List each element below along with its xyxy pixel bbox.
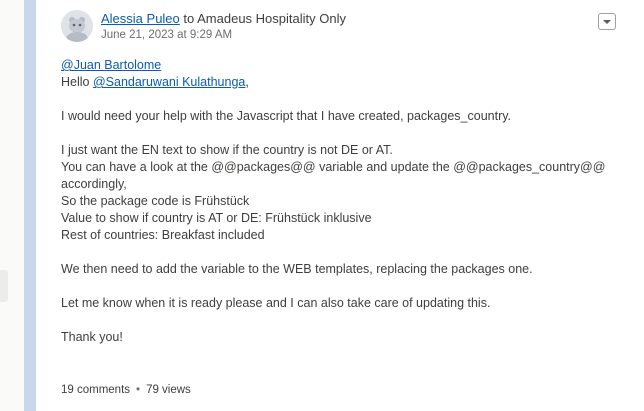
mention-sandaruwani-kulathunga[interactable]: @Sandaruwani Kulathunga: [93, 75, 245, 89]
feed-selection-rail: [24, 0, 36, 411]
post-footer: 19 comments • 79 views: [61, 384, 191, 396]
astro-avatar-icon: [61, 10, 93, 42]
footer-separator: •: [136, 384, 141, 396]
body-line-web: We then need to add the variable to the …: [61, 262, 533, 276]
body-line-look-1: You can have a look at the @@packages@@ …: [61, 160, 606, 174]
body-line-thanks: Thank you!: [61, 330, 123, 344]
body-line-code: So the package code is Frühstück: [61, 194, 250, 208]
body-line-en: I just want the EN text to show if the c…: [61, 143, 393, 157]
body-line-look-2: accordingly,: [61, 177, 127, 191]
hello-text: Hello: [61, 75, 93, 89]
author-name-link[interactable]: Alessia Puleo: [101, 11, 180, 26]
body-line-ready: Let me know when it is ready please and …: [61, 296, 491, 310]
body-line-value: Value to show if country is AT or DE: Fr…: [61, 211, 372, 225]
left-gutter: [0, 0, 24, 411]
hello-comma: ,: [245, 75, 249, 89]
post-timestamp[interactable]: June 21, 2023 at 9:29 AM: [101, 29, 232, 41]
body-line-help: I would need your help with the Javascri…: [61, 109, 512, 123]
feed-post-card: Alessia Puleo to Amadeus Hospitality Onl…: [36, 0, 644, 411]
post-header: Alessia Puleo to Amadeus Hospitality Onl…: [101, 11, 346, 26]
views-count: 79 views: [146, 384, 191, 396]
post-actions-menu-button[interactable]: [598, 13, 616, 30]
author-avatar[interactable]: [61, 10, 93, 42]
post-body: @Juan Bartolome Hello @Sandaruwani Kulat…: [61, 57, 621, 346]
chevron-down-icon: [603, 19, 611, 24]
header-connector: to: [179, 11, 198, 26]
comments-count-link[interactable]: 19 comments: [61, 384, 130, 396]
left-collapse-tab[interactable]: [0, 270, 8, 302]
body-line-rest: Rest of countries: Breakfast included: [61, 228, 265, 242]
group-name: Amadeus Hospitality Only: [197, 11, 346, 26]
mention-juan-bartolome[interactable]: @Juan Bartolome: [61, 58, 161, 72]
